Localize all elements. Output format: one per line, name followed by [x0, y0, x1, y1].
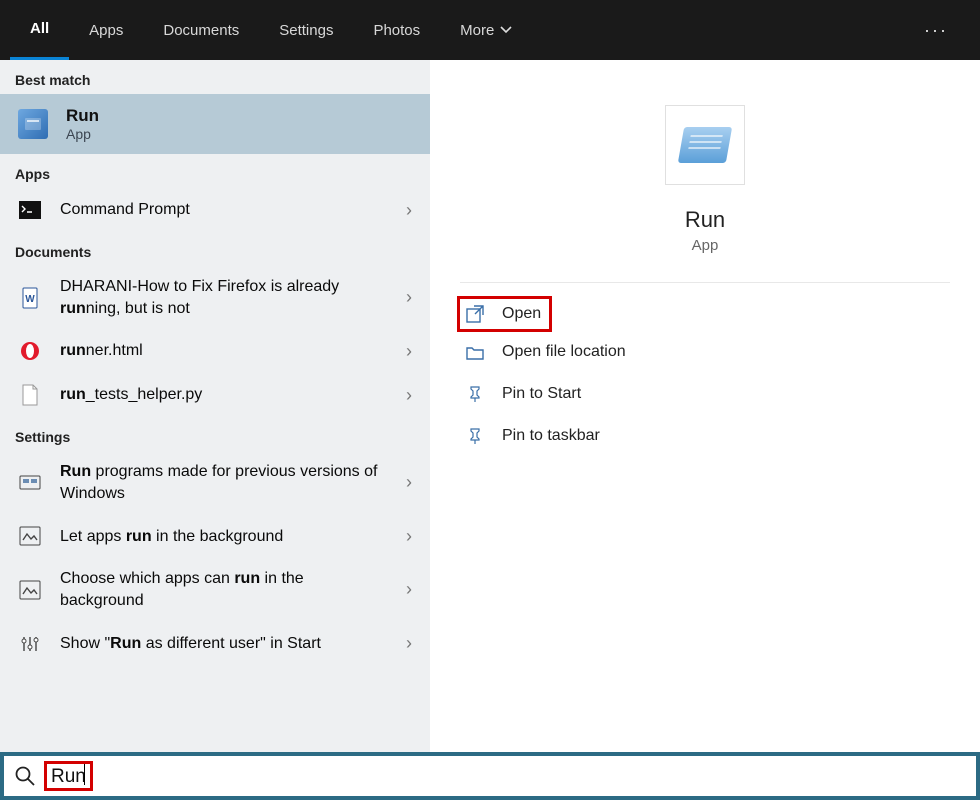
result-label: Show "Run as different user" in Start: [60, 633, 388, 655]
file-icon: [18, 383, 42, 407]
chevron-right-icon: ›: [406, 200, 412, 221]
action-label: Open file location: [502, 343, 626, 361]
chevron-right-icon: ›: [406, 633, 412, 654]
chevron-right-icon: ›: [406, 472, 412, 493]
detail-kind: App: [430, 237, 980, 254]
action-label: Pin to Start: [502, 385, 581, 403]
best-match-subtitle: App: [66, 126, 99, 142]
word-doc-icon: W: [18, 286, 42, 310]
section-best-match: Best match: [0, 60, 430, 94]
tab-more-label: More: [460, 22, 494, 39]
background-apps-icon: [18, 524, 42, 548]
result-document-0[interactable]: W DHARANI-How to Fix Firefox is already …: [0, 266, 430, 329]
detail-name: Run: [430, 207, 980, 233]
background-apps-icon: [18, 578, 42, 602]
section-apps: Apps: [0, 154, 430, 188]
tab-documents[interactable]: Documents: [143, 0, 259, 60]
sliders-icon: [18, 632, 42, 656]
chevron-right-icon: ›: [406, 341, 412, 362]
result-setting-1[interactable]: Let apps run in the background ›: [0, 514, 430, 558]
detail-app-icon: [665, 105, 745, 185]
chevron-right-icon: ›: [406, 579, 412, 600]
section-settings: Settings: [0, 417, 430, 451]
pin-icon: [464, 383, 486, 405]
more-options-button[interactable]: ···: [902, 20, 970, 41]
tab-photos[interactable]: Photos: [353, 0, 440, 60]
result-document-1[interactable]: runner.html ›: [0, 329, 430, 373]
search-bar[interactable]: Run: [0, 752, 980, 800]
search-icon: [14, 765, 36, 787]
result-setting-0[interactable]: Run programs made for previous versions …: [0, 451, 430, 514]
pin-icon: [464, 425, 486, 447]
results-panel: Best match Run App Apps Command Prompt ›…: [0, 60, 430, 752]
result-label: DHARANI-How to Fix Firefox is already ru…: [60, 276, 388, 319]
chevron-down-icon: [500, 24, 512, 36]
section-documents: Documents: [0, 232, 430, 266]
action-label: Open: [502, 305, 541, 323]
detail-panel: Run App Open Open file location: [430, 60, 980, 752]
result-label: runner.html: [60, 340, 388, 362]
action-open-file-location[interactable]: Open file location: [458, 331, 952, 373]
compat-icon: [18, 471, 42, 495]
result-label: Let apps run in the background: [60, 526, 388, 548]
chevron-right-icon: ›: [406, 385, 412, 406]
result-document-2[interactable]: run_tests_helper.py ›: [0, 373, 430, 417]
opera-icon: [18, 339, 42, 363]
run-app-icon: [18, 109, 48, 139]
tab-all[interactable]: All: [10, 0, 69, 60]
text-caret: [84, 764, 85, 785]
terminal-icon: [18, 198, 42, 222]
chevron-right-icon: ›: [406, 526, 412, 547]
best-match-title: Run: [66, 106, 99, 126]
action-pin-taskbar[interactable]: Pin to taskbar: [458, 415, 952, 457]
result-setting-2[interactable]: Choose which apps can run in the backgro…: [0, 558, 430, 621]
search-query: Run: [44, 761, 93, 792]
action-open[interactable]: Open: [458, 297, 551, 331]
result-label: run_tests_helper.py: [60, 384, 388, 406]
chevron-right-icon: ›: [406, 287, 412, 308]
divider: [460, 282, 950, 283]
svg-text:W: W: [25, 294, 35, 305]
tab-apps[interactable]: Apps: [69, 0, 143, 60]
result-command-prompt[interactable]: Command Prompt ›: [0, 188, 430, 232]
best-match-item[interactable]: Run App: [0, 94, 430, 154]
action-pin-start[interactable]: Pin to Start: [458, 373, 952, 415]
open-icon: [464, 303, 486, 325]
result-setting-3[interactable]: Show "Run as different user" in Start ›: [0, 622, 430, 666]
folder-icon: [464, 341, 486, 363]
result-label: Choose which apps can run in the backgro…: [60, 568, 388, 611]
tab-settings[interactable]: Settings: [259, 0, 353, 60]
result-label: Run programs made for previous versions …: [60, 461, 388, 504]
result-label: Command Prompt: [60, 199, 388, 221]
action-label: Pin to taskbar: [502, 427, 600, 445]
tab-bar: All Apps Documents Settings Photos More …: [0, 0, 980, 60]
tab-more[interactable]: More: [440, 0, 532, 60]
